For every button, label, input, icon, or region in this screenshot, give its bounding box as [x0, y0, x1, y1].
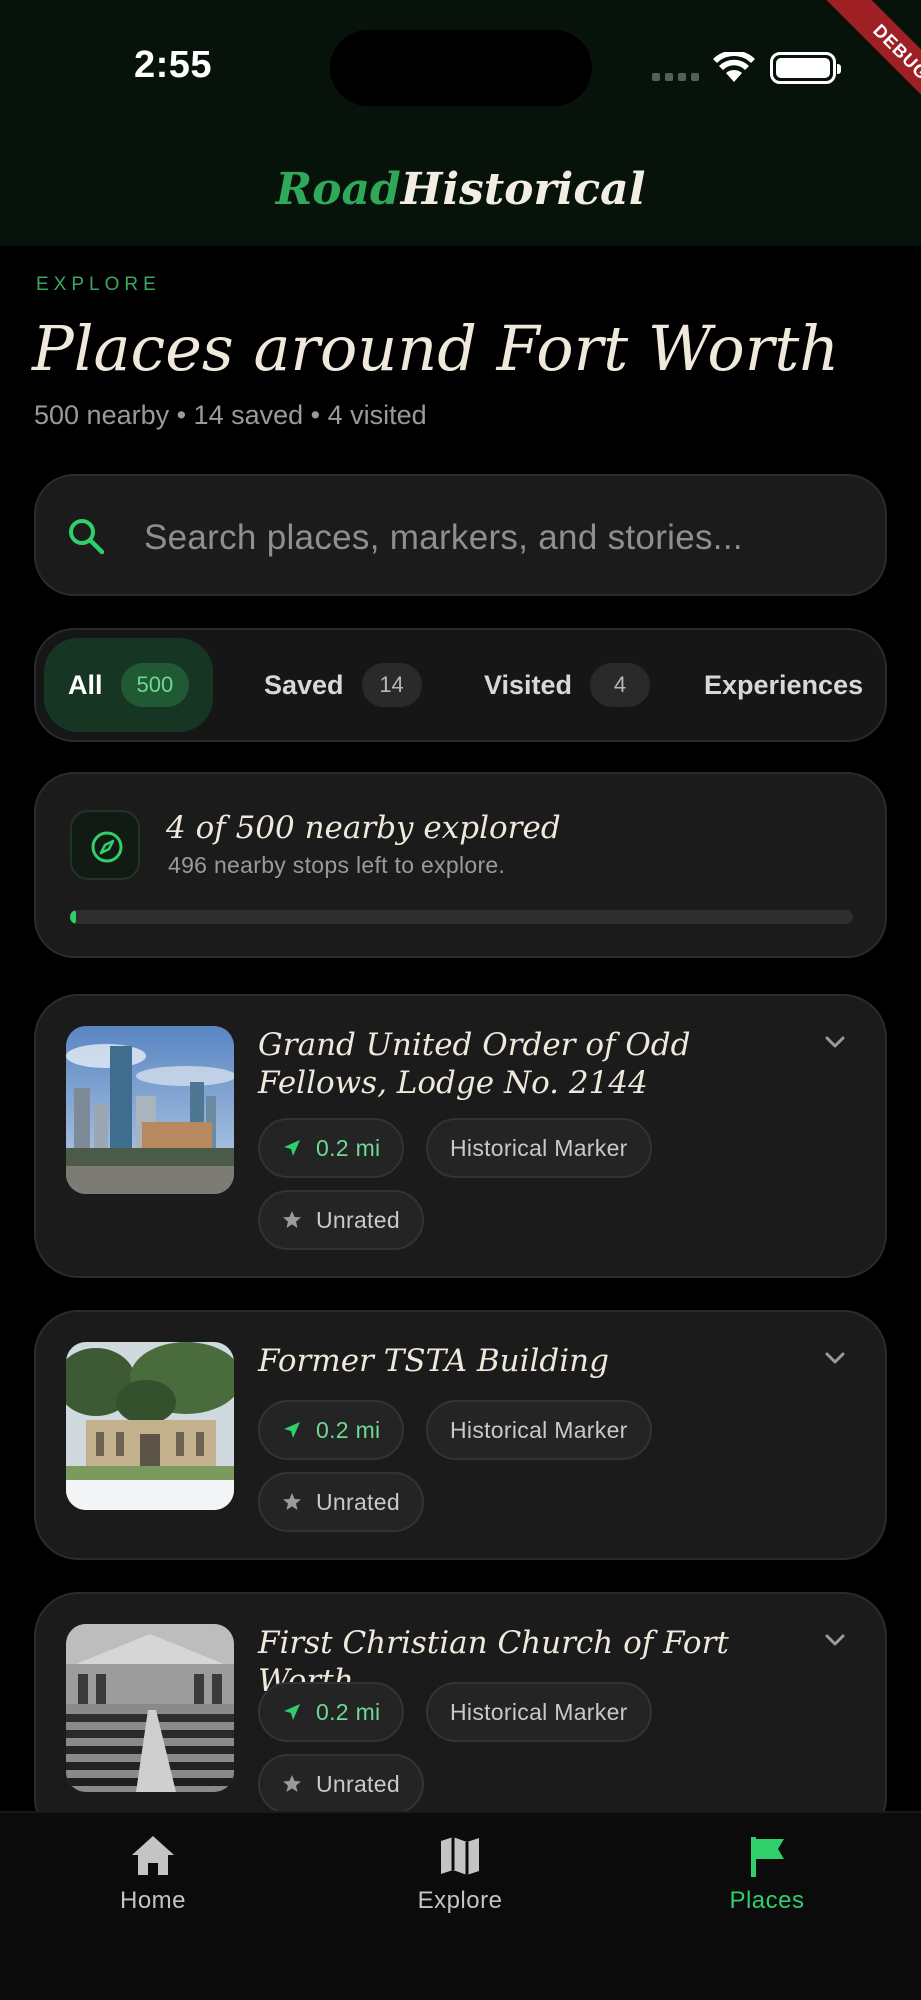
navigation-arrow-icon [284, 1422, 300, 1438]
category-label: Historical Marker [450, 1134, 628, 1161]
rating-label: Unrated [316, 1770, 400, 1797]
search-placeholder: Search places, markers, and stories... [144, 518, 743, 557]
page-subtitle: 500 nearby • 14 saved • 4 visited [34, 400, 427, 430]
navigation-arrow-icon [284, 1704, 300, 1720]
progress-bar-fill [70, 910, 77, 924]
distance-chip: 0.2 mi [258, 1118, 405, 1178]
tab-visited[interactable]: Visited 4 [484, 638, 651, 732]
nav-label: Home [119, 1887, 187, 1914]
category-chip: Historical Marker [426, 1400, 652, 1460]
tab-label: Saved [264, 669, 344, 700]
place-card[interactable]: Grand United Order of Odd Fellows, Lodge… [34, 994, 887, 1278]
place-thumbnail [66, 1342, 234, 1510]
progress-title: 4 of 500 nearby explored [166, 810, 561, 846]
flag-icon [751, 1837, 784, 1877]
category-chip: Historical Marker [426, 1682, 652, 1742]
tab-experiences[interactable]: Experiences [704, 638, 863, 732]
distance-value: 0.2 mi [316, 1416, 381, 1443]
brand-logo: RoadHistorical [0, 164, 921, 215]
place-title: Grand United Order of Odd Fellows, Lodge… [258, 1027, 691, 1101]
category-label: Historical Marker [450, 1698, 628, 1725]
tab-count-badge: 14 [361, 663, 422, 707]
distance-value: 0.2 mi [316, 1134, 381, 1161]
page-title: Places around Fort Worth [32, 312, 840, 385]
star-icon [283, 1775, 301, 1792]
rating-label: Unrated [316, 1488, 400, 1515]
home-icon [132, 1836, 174, 1875]
debug-banner: DEBUG [791, 0, 921, 130]
chevron-down-icon[interactable] [823, 1350, 847, 1366]
bottom-navigation: Home Explore Places [0, 1811, 921, 2000]
rating-chip: Unrated [258, 1472, 424, 1532]
rating-chip: Unrated [258, 1190, 424, 1250]
nav-places[interactable]: Places [667, 1833, 867, 1915]
nav-label: Places [729, 1887, 805, 1914]
nav-home[interactable]: Home [53, 1833, 253, 1915]
tab-count-badge: 4 [590, 663, 651, 707]
tab-all[interactable]: All 500 [44, 638, 214, 732]
wifi-icon [713, 52, 755, 82]
cellular-signal-icon [652, 73, 700, 81]
category-chip: Historical Marker [426, 1118, 652, 1178]
place-thumbnail [66, 1624, 234, 1792]
nav-label: Explore [417, 1887, 503, 1914]
tab-saved[interactable]: Saved 14 [264, 638, 422, 732]
search-icon [69, 519, 105, 555]
place-title: Former TSTA Building [258, 1343, 609, 1379]
chevron-down-icon[interactable] [823, 1034, 847, 1050]
dynamic-island [330, 30, 592, 106]
tab-label: Experiences [704, 669, 864, 700]
debug-label: DEBUG [818, 0, 921, 130]
place-thumbnail [66, 1026, 234, 1194]
distance-chip: 0.2 mi [258, 1682, 405, 1742]
search-input[interactable]: Search places, markers, and stories... [34, 474, 887, 596]
distance-chip: 0.2 mi [258, 1400, 405, 1460]
section-eyebrow: EXPLORE [36, 274, 161, 295]
app-bar: RoadHistorical [0, 118, 921, 246]
chevron-down-icon[interactable] [823, 1632, 847, 1648]
brand-road: Road [275, 164, 401, 215]
category-label: Historical Marker [450, 1416, 628, 1443]
compass-icon [70, 810, 140, 880]
tab-label: Visited [484, 669, 573, 700]
star-icon [283, 1211, 301, 1228]
rating-chip: Unrated [258, 1754, 424, 1814]
progress-subtitle: 496 nearby stops left to explore. [168, 852, 506, 878]
distance-value: 0.2 mi [316, 1698, 381, 1725]
tab-count-badge: 500 [120, 663, 190, 707]
place-card[interactable]: Former TSTA Building 0.2 mi Historical M… [34, 1310, 887, 1560]
map-icon [441, 1837, 479, 1875]
progress-bar [70, 910, 853, 924]
status-bar: 2:55 DEBUG [0, 0, 921, 130]
rating-label: Unrated [316, 1206, 400, 1233]
exploration-progress-card: 4 of 500 nearby explored 496 nearby stop… [34, 772, 887, 958]
star-icon [283, 1493, 301, 1510]
nav-explore[interactable]: Explore [360, 1833, 560, 1915]
status-time: 2:55 [134, 44, 213, 86]
place-card[interactable]: First Christian Church of Fort Worth 0.2… [34, 1592, 887, 1842]
filter-tabs: All 500 Saved 14 Visited 4 Experiences [34, 628, 887, 742]
tab-label: All [68, 669, 103, 700]
navigation-arrow-icon [284, 1140, 300, 1156]
brand-historical: Historical [400, 164, 646, 215]
